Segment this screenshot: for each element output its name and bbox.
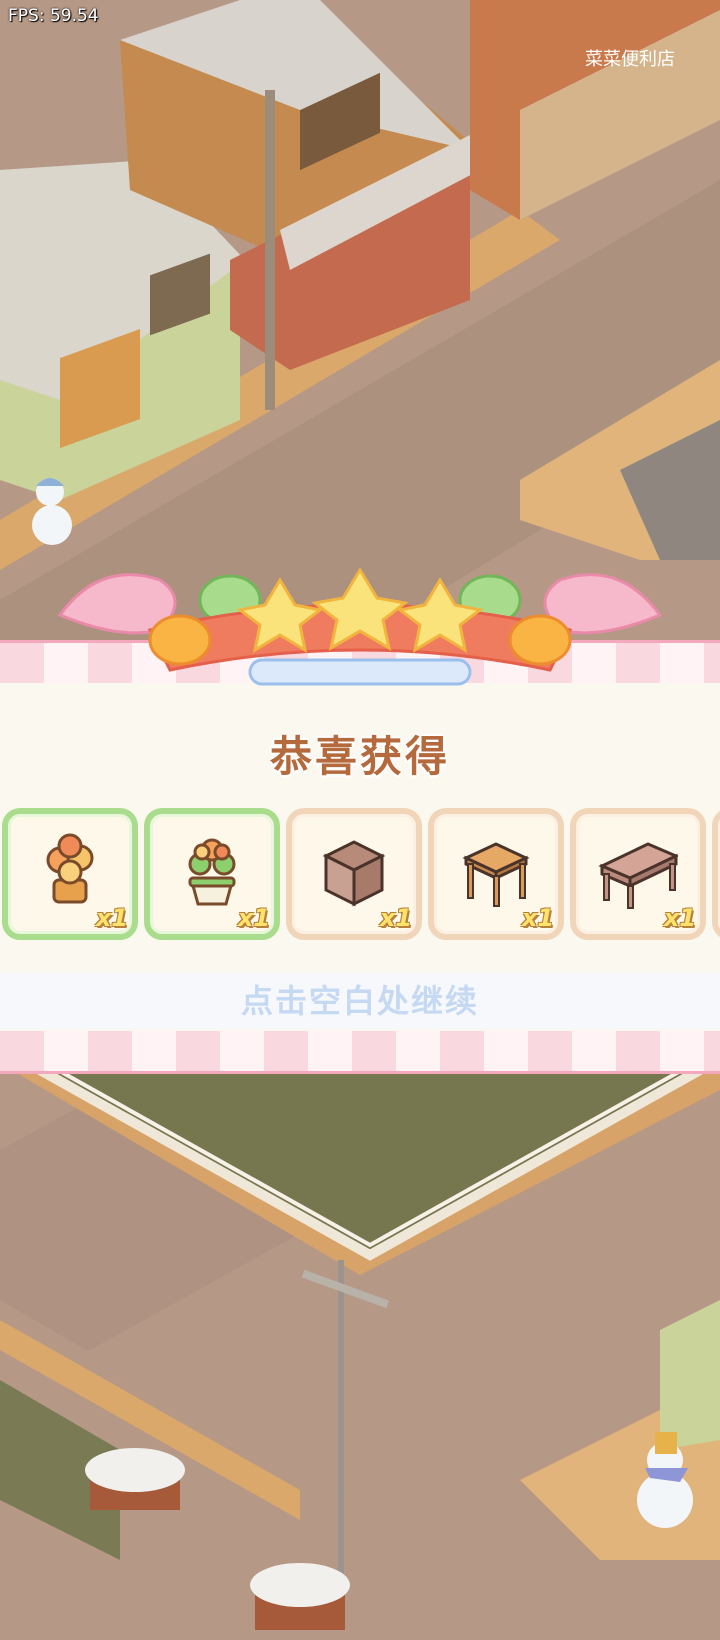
desk-icon	[598, 842, 678, 909]
fps-counter: FPS: 59.54	[8, 6, 99, 26]
reward-item-qty: x1	[379, 904, 412, 932]
reward-item-stool[interactable]: x1	[428, 808, 564, 940]
orange-flower-pot-icon	[46, 833, 94, 904]
reward-item-partial[interactable]	[712, 808, 720, 940]
reward-item-qty: x1	[663, 904, 696, 932]
reward-item-qty: x1	[237, 904, 270, 932]
reward-item-desk[interactable]: x1	[570, 808, 706, 940]
ribbon-banner-decoration	[57, 567, 663, 686]
panel-bottom-stripe	[0, 1031, 720, 1071]
cabinet-icon	[322, 840, 386, 907]
reward-item-cabinet[interactable]: x1	[286, 808, 422, 940]
store-sign-text: 菜菜便利店	[585, 49, 675, 70]
stool-icon	[462, 842, 530, 907]
reward-item-qty: x1	[521, 904, 554, 932]
reward-title: 恭喜获得	[269, 732, 450, 781]
reward-item-orange-flower-pot[interactable]: x1	[2, 808, 138, 940]
reward-panel: 恭喜获得 x1 x1 x1 x1 x1 点击空白处继续	[0, 640, 720, 1074]
green-flower-pot-icon	[188, 838, 236, 906]
reward-items-row: x1 x1 x1 x1 x1	[0, 808, 720, 948]
reward-item-qty: x1	[95, 904, 128, 932]
reward-item-green-flower-pot[interactable]: x1	[144, 808, 280, 940]
tap-to-continue-hint[interactable]: 点击空白处继续	[0, 973, 720, 1029]
